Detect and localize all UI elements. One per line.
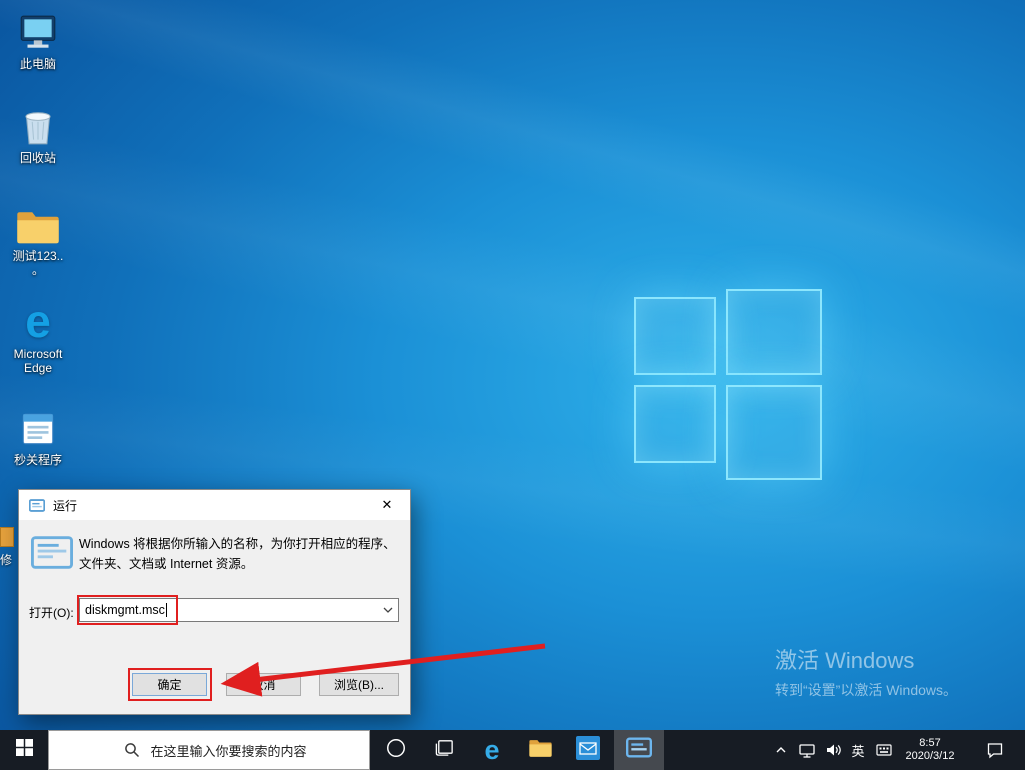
- wallpaper-windows-logo-pane: [726, 385, 822, 480]
- edge-icon: e: [484, 737, 499, 764]
- wallpaper-windows-logo-pane: [726, 289, 822, 375]
- console-window-icon: [626, 737, 652, 763]
- speaker-icon[interactable]: [820, 730, 846, 770]
- task-view-icon: [434, 737, 455, 763]
- recycle-bin-icon: [17, 102, 59, 148]
- this-pc-icon: [17, 8, 59, 54]
- desktop-icon-recycle-bin[interactable]: 回收站: [6, 102, 70, 165]
- network-icon[interactable]: [794, 730, 820, 770]
- chevron-down-icon[interactable]: [379, 600, 397, 620]
- close-icon[interactable]: ✕: [364, 490, 410, 520]
- wallpaper-beam: [0, 0, 1025, 337]
- windows-logo-icon: [16, 739, 33, 761]
- folder-icon: [15, 200, 61, 246]
- desktop-icon-label: Microsoft Edge: [6, 347, 70, 375]
- open-label: 打开(O):: [29, 604, 74, 621]
- wallpaper-windows-logo-pane: [634, 297, 716, 375]
- description-line2: 文件夹、文档或 Internet 资源。: [79, 554, 401, 574]
- taskbar: 在这里输入你要搜索的内容 e 英: [0, 730, 1025, 770]
- search-icon: [124, 742, 140, 758]
- open-input-value: diskmgmt.msc: [80, 603, 165, 617]
- desktop-icon-label: 秒关程序: [14, 453, 62, 467]
- run-icon: [31, 536, 73, 572]
- file-explorer-button[interactable]: [516, 730, 564, 770]
- browse-button[interactable]: 浏览(B)...: [319, 673, 399, 696]
- desktop-icon-edge[interactable]: e Microsoft Edge: [6, 298, 70, 375]
- run-dialog-titlebar[interactable]: 运行: [19, 490, 410, 520]
- run-dialog-title-icon: [29, 499, 45, 512]
- desktop-icon-label: 此电脑: [20, 57, 56, 71]
- run-dialog-title: 运行: [53, 497, 77, 514]
- folder-icon: [528, 737, 553, 763]
- taskbar-active-app-run[interactable]: [614, 730, 664, 770]
- description-line1: Windows 将根据你所输入的名称，为你打开相应的程序、: [79, 534, 401, 554]
- clock-time: 8:57: [919, 737, 940, 750]
- cortana-button[interactable]: [372, 730, 420, 770]
- desktop-icon-label: 回收站: [20, 151, 56, 165]
- tray-chevron-up-icon[interactable]: [768, 730, 794, 770]
- ime-language-indicator[interactable]: 英: [846, 730, 870, 770]
- mail-icon: [576, 736, 600, 765]
- cortana-icon: [385, 737, 407, 764]
- desktop-icon-partial[interactable]: 修: [0, 527, 16, 573]
- wallpaper-beam: [0, 80, 1025, 489]
- search-input[interactable]: 在这里输入你要搜索的内容: [48, 730, 370, 770]
- desktop-icon-test-folder[interactable]: 测试123.. 。: [6, 200, 70, 277]
- start-button[interactable]: [0, 730, 48, 770]
- search-placeholder: 在这里输入你要搜索的内容: [150, 741, 306, 760]
- desktop-icon-label: 修: [0, 551, 16, 568]
- program-window-icon: [17, 404, 59, 450]
- text-caret: [166, 603, 167, 617]
- run-dialog-description: Windows 将根据你所输入的名称，为你打开相应的程序、 文件夹、文档或 In…: [79, 534, 401, 574]
- clock-date: 2020/3/12: [906, 750, 955, 763]
- ok-button[interactable]: 确定: [132, 673, 207, 696]
- taskbar-edge-button[interactable]: e: [468, 730, 516, 770]
- touch-keyboard-icon[interactable]: [870, 730, 898, 770]
- run-dialog: 运行 ✕ Windows 将根据你所输入的名称，为你打开相应的程序、 文件夹、文…: [18, 489, 411, 715]
- activate-windows-watermark: 激活 Windows 转到“设置”以激活 Windows。: [775, 648, 957, 700]
- desktop-icon-label: 测试123.. 。: [6, 249, 70, 277]
- cancel-button[interactable]: 取消: [226, 673, 301, 696]
- desktop-icon-this-pc[interactable]: 此电脑: [6, 8, 70, 71]
- desktop-icon-program[interactable]: 秒关程序: [6, 404, 70, 467]
- watermark-line2: 转到“设置”以激活 Windows。: [775, 680, 957, 700]
- clock[interactable]: 8:57 2020/3/12: [898, 730, 962, 770]
- watermark-line1: 激活 Windows: [775, 648, 957, 674]
- open-input[interactable]: diskmgmt.msc: [79, 598, 399, 622]
- task-view-button[interactable]: [420, 730, 468, 770]
- partial-icon-art: [0, 527, 14, 547]
- wallpaper-windows-logo-pane: [634, 385, 716, 463]
- action-center-icon[interactable]: [972, 730, 1018, 770]
- edge-icon: e: [25, 298, 51, 344]
- mail-button[interactable]: [564, 730, 612, 770]
